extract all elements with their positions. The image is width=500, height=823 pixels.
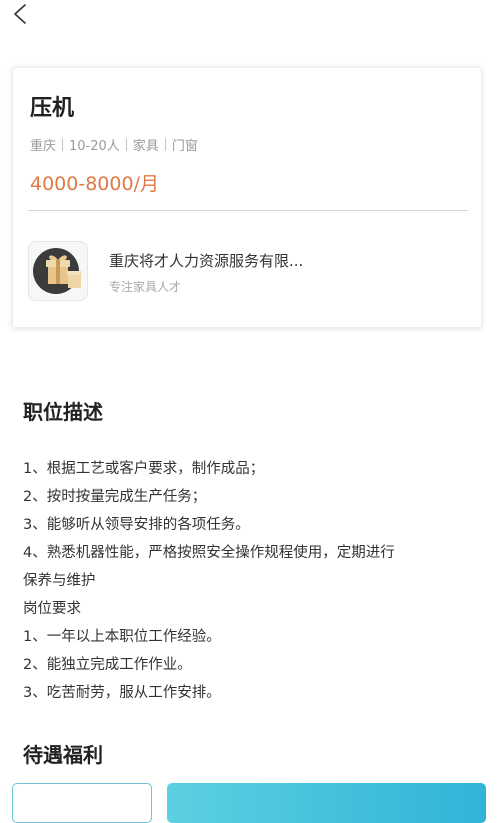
company-logo[interactable] <box>28 241 88 301</box>
tag-divider <box>164 138 166 151</box>
welfare-secondary-button[interactable] <box>12 783 152 823</box>
tag-industry: 家具 <box>132 139 159 154</box>
job-tags: 重庆 10-20人 家具 门窗 <box>30 135 198 154</box>
description-line: 4、熟悉机器性能，严格按照安全操作规程使用，定期进行 <box>23 545 395 561</box>
requirement-line: 3、吃苦耐劳，服从工作安排。 <box>23 685 221 701</box>
requirements-heading: 岗位要求 <box>23 601 81 617</box>
company-subtitle: 专注家具人才 <box>109 280 182 294</box>
description-line: 2、按时按量完成生产任务； <box>23 489 207 505</box>
welfare-title: 待遇福利 <box>23 743 103 767</box>
job-title: 压机 <box>30 96 75 121</box>
job-salary: 4000-8000/月 <box>30 173 159 195</box>
tag-category: 门窗 <box>171 139 198 154</box>
chevron-left-icon <box>14 4 26 24</box>
tag-divider <box>62 138 64 151</box>
description-line: 3、能够听从领导安排的各项任务。 <box>23 517 250 533</box>
company-name[interactable]: 重庆将才人力资源服务有限... <box>109 250 303 271</box>
job-card: 压机 重庆 10-20人 家具 门窗 4000-8000/月 重庆将才人力资源服… <box>12 67 482 328</box>
description-title: 职位描述 <box>23 400 103 424</box>
card-divider <box>28 210 468 211</box>
description-line: 1、根据工艺或客户要求，制作成品； <box>23 461 265 477</box>
tag-company-size: 10-20人 <box>69 139 120 154</box>
description-line: 保养与维护 <box>23 573 96 589</box>
tag-divider <box>125 138 127 151</box>
requirement-line: 1、一年以上本职位工作经验。 <box>23 629 221 645</box>
tag-location: 重庆 <box>30 139 57 154</box>
requirement-line: 2、能独立完成工作作业。 <box>23 657 192 673</box>
description-body: 1、根据工艺或客户要求，制作成品； 2、按时按量完成生产任务； 3、能够听从领导… <box>23 455 473 707</box>
welfare-primary-button[interactable] <box>167 783 486 823</box>
back-button[interactable] <box>10 2 34 26</box>
gift-box-icon <box>33 248 82 294</box>
